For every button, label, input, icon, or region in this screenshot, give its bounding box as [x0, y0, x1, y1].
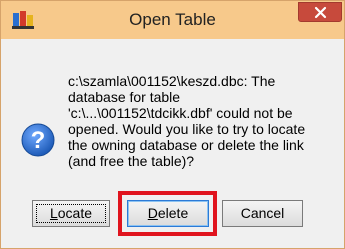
question-icon: ?: [21, 123, 55, 157]
focus-rectangle: [36, 204, 106, 223]
delete-highlight-box: [118, 191, 217, 236]
cancel-label: Cancel: [240, 205, 285, 221]
close-button[interactable]: [298, 2, 342, 22]
locate-button[interactable]: Locate: [32, 200, 110, 227]
dialog-message: c:\szamla\001152\keszd.dbc: The database…: [68, 73, 306, 169]
cancel-button[interactable]: Cancel: [222, 200, 303, 227]
open-table-dialog: Open Table ? c:\szamla\001152\keszd.dbc:…: [0, 0, 345, 249]
window-title: Open Table: [129, 10, 216, 29]
title-bar[interactable]: Open Table: [1, 1, 344, 39]
svg-text:?: ?: [31, 127, 46, 154]
close-icon: [314, 6, 327, 19]
